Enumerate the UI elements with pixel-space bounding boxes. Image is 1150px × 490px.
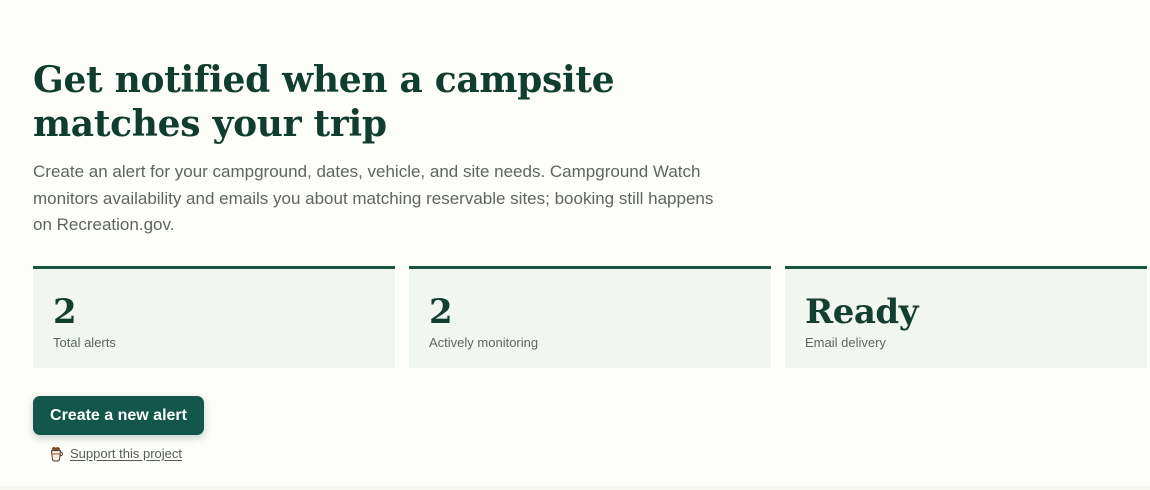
stat-card-email-delivery: Ready Email delivery xyxy=(785,266,1147,368)
support-link-label: Support this project xyxy=(70,446,183,461)
stat-value: 2 xyxy=(53,292,77,332)
coffee-cup-icon xyxy=(48,446,64,462)
page-title: Get notified when a campsite matches you… xyxy=(33,59,615,145)
stat-card-total-alerts: 2 Total alerts xyxy=(33,266,395,368)
stat-value: Ready xyxy=(805,292,918,332)
stat-label: Actively monitoring xyxy=(429,335,539,350)
stats-summary: 2 Total alerts 2 Actively monitoring Rea… xyxy=(33,266,1147,368)
stat-label: Email delivery xyxy=(805,335,886,350)
stat-value: 2 xyxy=(429,292,453,332)
page-divider xyxy=(0,486,1150,490)
stat-card-actively-monitoring: 2 Actively monitoring xyxy=(409,266,771,368)
intro-description: Create an alert for your campground, dat… xyxy=(33,162,714,234)
create-alert-button[interactable]: Create a new alert xyxy=(33,396,204,435)
support-project-link[interactable]: Support this project xyxy=(48,446,182,462)
stat-label: Total alerts xyxy=(53,335,116,350)
